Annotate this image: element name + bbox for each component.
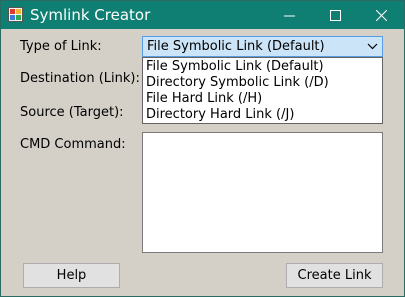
minimize-icon — [283, 15, 295, 16]
link-type-option-directory-hard[interactable]: Directory Hard Link (/J) — [146, 107, 294, 122]
link-type-option-file-hard[interactable]: File Hard Link (/H) — [146, 91, 262, 106]
app-icon — [8, 7, 23, 22]
close-icon — [375, 9, 387, 21]
help-button[interactable]: Help — [23, 263, 120, 288]
source-label: Source (Target): — [20, 105, 124, 120]
maximize-icon — [329, 9, 341, 21]
chevron-down-icon[interactable] — [367, 42, 378, 51]
help-button-label: Help — [56, 268, 87, 283]
window-title: Symlink Creator — [30, 6, 151, 24]
link-type-dropdown-list: File Symbolic Link (Default) Directory S… — [142, 57, 383, 124]
link-type-option-directory-symbolic[interactable]: Directory Symbolic Link (/D) — [146, 75, 329, 90]
cmd-command-textarea[interactable] — [142, 132, 383, 253]
create-link-button[interactable]: Create Link — [286, 263, 383, 288]
cmd-command-label: CMD Command: — [20, 137, 126, 152]
title-bar[interactable]: Symlink Creator — [1, 1, 404, 29]
create-link-button-label: Create Link — [297, 268, 372, 283]
maximize-button[interactable] — [312, 1, 358, 29]
minimize-button[interactable] — [266, 1, 312, 29]
close-button[interactable] — [358, 1, 404, 29]
symlink-creator-window: Symlink Creator Type of Link: Destinatio… — [0, 0, 405, 297]
link-type-selected-value: File Symbolic Link (Default) — [147, 39, 325, 54]
destination-label: Destination (Link): — [20, 71, 140, 86]
link-type-label: Type of Link: — [20, 39, 102, 54]
link-type-select[interactable]: File Symbolic Link (Default) — [142, 36, 383, 57]
link-type-option-file-symbolic[interactable]: File Symbolic Link (Default) — [146, 59, 324, 74]
